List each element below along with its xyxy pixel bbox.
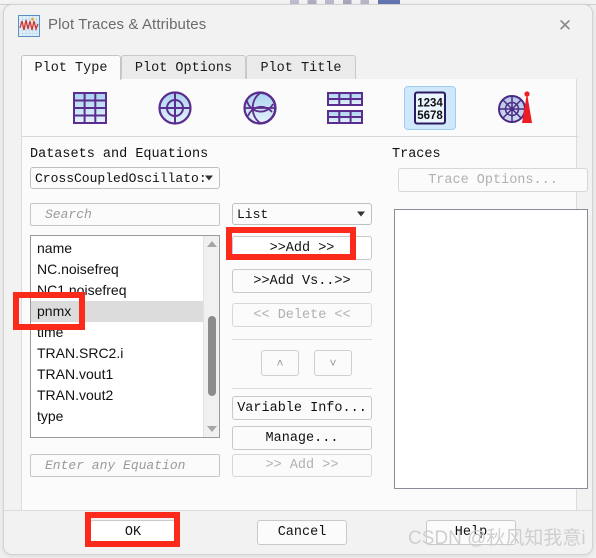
equation-add-button[interactable]: >> Add >>: [232, 454, 372, 477]
list-item[interactable]: TRAN.SRC2.i: [31, 343, 205, 364]
tab-bar: Plot Type Plot Options Plot Title: [21, 55, 577, 80]
variables-listbox[interactable]: name NC.noisefreq NC1.noisefreq pnmx tim…: [30, 235, 220, 438]
ok-button[interactable]: OK: [90, 520, 176, 545]
tab-plot-title[interactable]: Plot Title: [246, 55, 356, 80]
chevron-down-icon: ˅: [329, 356, 337, 370]
list-item[interactable]: TRAN.vout1: [31, 364, 205, 385]
list-item[interactable]: NC.noisefreq: [31, 259, 205, 280]
list-item[interactable]: time: [31, 322, 205, 343]
search-input[interactable]: Search: [30, 203, 220, 226]
smith-chart-icon[interactable]: [234, 86, 286, 130]
equation-input-placeholder: Enter any Equation: [45, 458, 186, 473]
scrollbar-thumb[interactable]: [208, 316, 216, 396]
polar-plot-icon[interactable]: [149, 86, 201, 130]
dataset-select-value: CrossCoupledOscillato:: [35, 170, 207, 186]
trace-options-button[interactable]: Trace Options...: [398, 168, 588, 192]
variable-info-button[interactable]: Variable Info...: [232, 396, 372, 420]
list-item-selected[interactable]: pnmx: [31, 301, 205, 322]
screen: Plot Traces & Attributes ✕ Plot Type Plo…: [0, 0, 596, 558]
list-item[interactable]: TRAN.vout2: [31, 385, 205, 406]
move-down-button[interactable]: ˅: [314, 350, 352, 376]
svg-text:5678: 5678: [417, 110, 443, 122]
dialog-footer: OK Cancel Help: [4, 510, 592, 554]
divider: [232, 388, 372, 389]
traces-listbox[interactable]: [394, 209, 588, 489]
add-vs-button[interactable]: >>Add Vs..>>: [232, 269, 372, 293]
list-item[interactable]: name: [31, 238, 205, 259]
window-title: Plot Traces & Attributes: [48, 16, 207, 33]
list-item[interactable]: type: [31, 406, 205, 427]
equation-input[interactable]: Enter any Equation: [30, 454, 220, 477]
chevron-up-icon: ˄: [276, 356, 284, 370]
list-mode-value: List: [237, 206, 269, 222]
tab-plot-type[interactable]: Plot Type: [21, 55, 121, 80]
manage-button[interactable]: Manage...: [232, 426, 372, 450]
data-table-icon[interactable]: 1234 5678: [404, 86, 456, 130]
cancel-button[interactable]: Cancel: [257, 520, 347, 545]
title-bar: Plot Traces & Attributes ✕: [4, 5, 592, 48]
search-input-placeholder: Search: [45, 207, 92, 222]
chevron-down-icon: [357, 211, 365, 217]
plot-traces-dialog: Plot Traces & Attributes ✕ Plot Type Plo…: [3, 4, 593, 555]
list-mode-select[interactable]: List: [232, 203, 372, 225]
delete-button[interactable]: << Delete <<: [232, 303, 372, 327]
plot-type-toolbar: 1234 5678: [22, 79, 578, 137]
svg-text:1234: 1234: [417, 98, 443, 110]
dataset-select[interactable]: CrossCoupledOscillato:: [30, 167, 220, 189]
add-button[interactable]: >>Add >>: [232, 236, 372, 260]
antenna-pattern-icon[interactable]: [489, 86, 541, 130]
stacked-plot-icon[interactable]: [319, 86, 371, 130]
waveform-plot-icon: [18, 15, 40, 37]
list-scrollbar[interactable]: [203, 236, 219, 437]
close-icon[interactable]: ✕: [546, 11, 584, 41]
list-item[interactable]: NC1.noisefreq: [31, 280, 205, 301]
chevron-down-icon: [205, 175, 213, 181]
plot-type-panel: 1234 5678 Datasets and Equations CrossCo…: [21, 79, 588, 511]
datasets-section-label: Datasets and Equations: [30, 147, 209, 162]
move-up-button[interactable]: ˄: [261, 350, 299, 376]
scroll-down-icon[interactable]: [204, 421, 219, 437]
scroll-up-icon[interactable]: [204, 236, 219, 252]
tab-plot-options[interactable]: Plot Options: [121, 55, 246, 80]
divider: [232, 339, 372, 340]
traces-section-label: Traces: [392, 147, 441, 162]
rectangular-plot-icon[interactable]: [64, 86, 116, 130]
help-button[interactable]: Help: [426, 520, 516, 545]
